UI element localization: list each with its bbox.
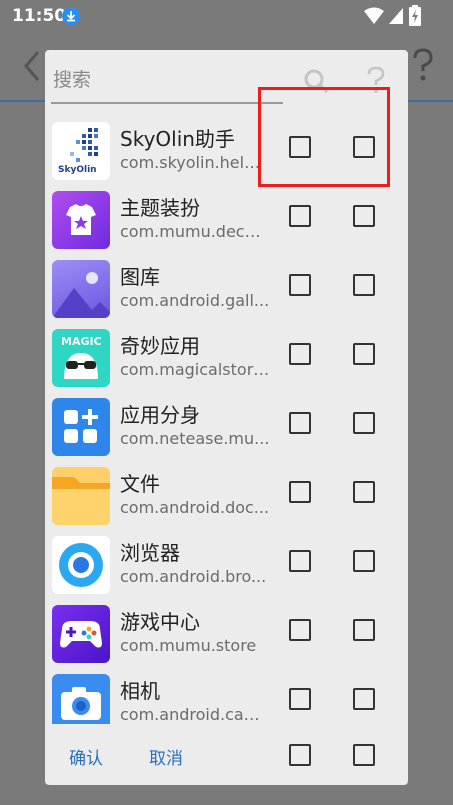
app-package: com.skyolin.helper [120, 153, 270, 172]
checkbox-col1[interactable] [289, 205, 311, 227]
list-item[interactable]: MAGIC 奇妙应用 com.magicalstory... [45, 325, 408, 395]
status-time: 11:50 [12, 6, 67, 26]
app-name: 主题装扮 [120, 196, 200, 220]
folder-icon [52, 467, 110, 525]
status-bar: 11:50 [0, 0, 453, 32]
app-name: SkyOlin助手 [120, 127, 235, 151]
gallery-icon [52, 260, 110, 318]
app-name: 图库 [120, 265, 160, 289]
signal-icon [389, 8, 403, 24]
checkbox-col1[interactable] [289, 343, 311, 365]
dialog-footer: 确认 取消 [45, 724, 408, 785]
checkbox-col2[interactable] [353, 274, 375, 296]
battery-icon [409, 5, 421, 26]
magic-logo-text: MAGIC [61, 335, 102, 348]
confirm-button[interactable]: 确认 [69, 744, 103, 769]
background-help-icon [413, 48, 433, 81]
app-package: com.mumu.store [120, 636, 257, 655]
list-item[interactable]: 相机 com.android.cam... [45, 670, 408, 724]
checkbox-col1[interactable] [289, 688, 311, 710]
app-name: 文件 [120, 472, 160, 496]
list-item[interactable]: 游戏中心 com.mumu.store [45, 601, 408, 671]
checkbox-col1[interactable] [289, 619, 311, 641]
app-clone-icon [52, 398, 110, 456]
app-package: com.android.gall... [120, 291, 270, 310]
checkbox-col2[interactable] [353, 343, 375, 365]
app-package: com.mumu.decor... [120, 222, 270, 241]
app-list: SkyOlin SkyOlin助手 com.skyolin.helper 主题装… [45, 118, 408, 724]
back-arrow-icon [24, 51, 40, 81]
highlight-box [258, 87, 390, 187]
gamepad-icon [52, 605, 110, 663]
checkbox-col1[interactable] [289, 412, 311, 434]
app-name: 游戏中心 [120, 610, 200, 634]
select-all-col2-checkbox[interactable] [353, 744, 375, 766]
theme-shirt-icon [52, 191, 110, 249]
search-input[interactable] [51, 60, 275, 100]
wifi-icon [364, 7, 384, 24]
app-package: com.android.doc... [120, 498, 270, 517]
checkbox-col2[interactable] [353, 688, 375, 710]
checkbox-col2[interactable] [353, 205, 375, 227]
checkbox-col2[interactable] [353, 412, 375, 434]
app-package: com.netease.mu... [120, 429, 270, 448]
list-item[interactable]: 应用分身 com.netease.mu... [45, 394, 408, 464]
magic-app-icon: MAGIC [52, 329, 110, 387]
skyolin-logo-text: SkyOlin [58, 165, 97, 175]
app-package: com.magicalstory... [120, 360, 270, 379]
list-item[interactable]: 文件 com.android.doc... [45, 463, 408, 533]
skyolin-icon: SkyOlin [52, 122, 110, 180]
browser-icon [52, 536, 110, 594]
app-package: com.android.cam... [120, 705, 270, 724]
list-item[interactable]: 图库 com.android.gall... [45, 256, 408, 326]
checkbox-col2[interactable] [353, 619, 375, 641]
app-name: 浏览器 [120, 541, 180, 565]
checkbox-col2[interactable] [353, 550, 375, 572]
list-item[interactable]: 主题装扮 com.mumu.decor... [45, 187, 408, 257]
checkbox-col1[interactable] [289, 274, 311, 296]
app-name: 奇妙应用 [120, 334, 200, 358]
checkbox-col2[interactable] [353, 481, 375, 503]
camera-icon [52, 674, 110, 724]
app-package: com.android.bro... [120, 567, 267, 586]
app-name: 相机 [120, 679, 160, 703]
checkbox-col1[interactable] [289, 481, 311, 503]
select-all-col1-checkbox[interactable] [289, 744, 311, 766]
search-bar [51, 60, 283, 104]
list-item[interactable]: 浏览器 com.android.bro... [45, 532, 408, 602]
download-icon [62, 7, 80, 25]
checkbox-col1[interactable] [289, 550, 311, 572]
cancel-button[interactable]: 取消 [149, 744, 183, 769]
app-name: 应用分身 [120, 403, 200, 427]
